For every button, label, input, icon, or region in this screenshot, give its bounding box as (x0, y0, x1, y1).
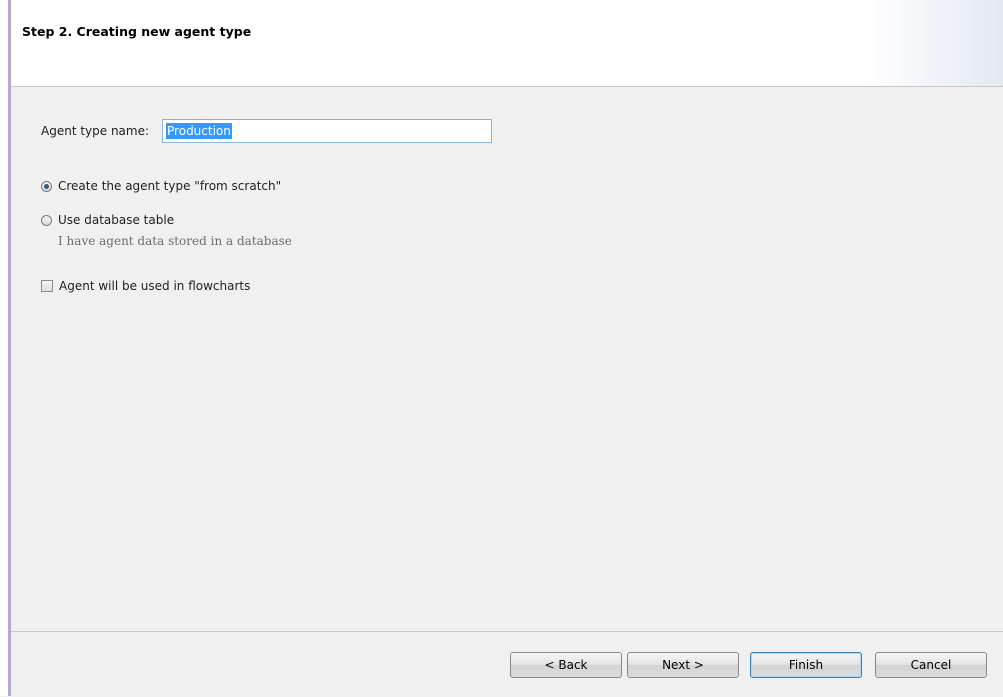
flowchart-label: Agent will be used in flowcharts (59, 279, 251, 293)
wizard-header: Step 2. Creating new agent type (11, 0, 1003, 87)
database-hint: I have agent data stored in a database (58, 234, 292, 248)
database-table-radio[interactable] (41, 214, 52, 226)
flowchart-checkbox[interactable] (41, 280, 53, 292)
page-title: Step 2. Creating new agent type (22, 24, 252, 39)
from-scratch-label: Create the agent type "from scratch" (58, 179, 282, 193)
database-table-option[interactable]: Use database table (41, 213, 174, 227)
from-scratch-option[interactable]: Create the agent type "from scratch" (41, 179, 281, 193)
window-left-edge (0, 0, 8, 696)
agent-type-name-row: Agent type name: Production (41, 118, 493, 144)
wizard-content: Agent type name: Production Create the a… (11, 87, 1003, 631)
database-table-label: Use database table (58, 213, 175, 227)
flowchart-option[interactable]: Agent will be used in flowcharts (41, 279, 250, 293)
next-button[interactable]: Next > (627, 652, 739, 678)
from-scratch-radio[interactable] (41, 180, 52, 192)
wizard-footer: < Back Next > Finish Cancel (11, 631, 1003, 697)
agent-type-name-input[interactable]: Production (162, 119, 493, 143)
agent-type-name-value: Production (166, 123, 232, 139)
finish-button[interactable]: Finish (750, 652, 862, 678)
back-button[interactable]: < Back (510, 652, 622, 678)
agent-type-name-label: Agent type name: (41, 124, 150, 138)
cancel-button[interactable]: Cancel (875, 652, 987, 678)
